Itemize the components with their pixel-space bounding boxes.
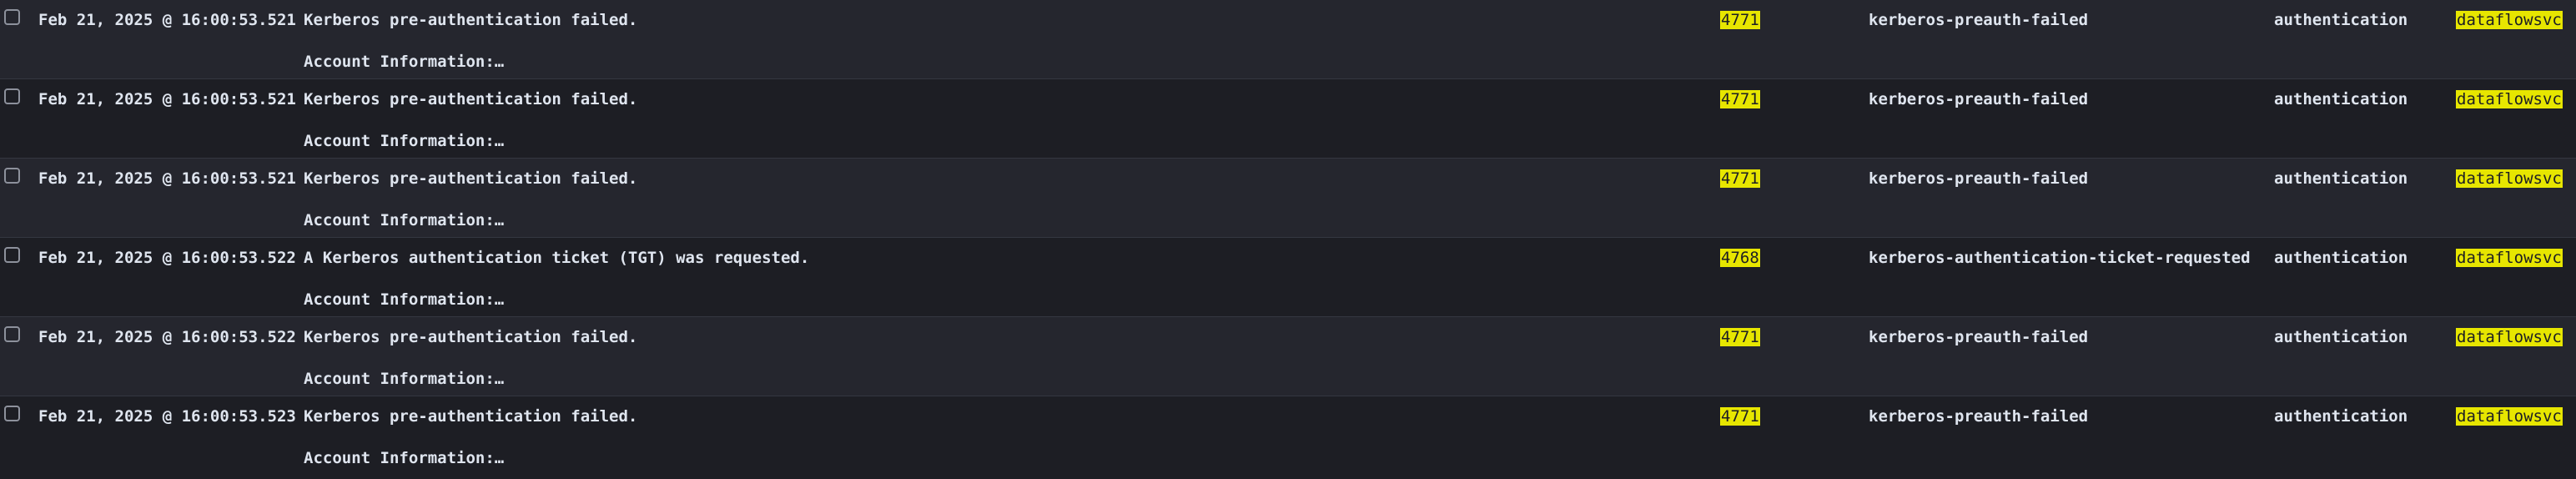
user-highlight: dataflowsvc <box>2456 169 2563 188</box>
table-row[interactable]: Feb 21, 2025 @ 16:00:53.521 Kerberos pre… <box>0 159 2576 238</box>
user-highlight: dataflowsvc <box>2456 328 2563 346</box>
message-detail-cell: Account Information:… <box>304 370 505 388</box>
user-cell: dataflowsvc <box>2456 10 2563 30</box>
events-table: Feb 21, 2025 @ 16:00:53.521 Kerberos pre… <box>0 0 2576 479</box>
message-cell: Kerberos pre-authentication failed. <box>304 328 638 346</box>
table-row[interactable]: Feb 21, 2025 @ 16:00:53.522 Kerberos pre… <box>0 317 2576 396</box>
message-detail-cell: Account Information:… <box>304 132 505 150</box>
row-select-checkbox[interactable] <box>4 88 20 104</box>
table-row[interactable]: Feb 21, 2025 @ 16:00:53.521 Kerberos pre… <box>0 79 2576 159</box>
row-select-checkbox[interactable] <box>4 406 20 421</box>
timestamp-cell: Feb 21, 2025 @ 16:00:53.522 <box>38 328 296 346</box>
event-code-highlight: 4771 <box>1720 90 1760 108</box>
user-cell: dataflowsvc <box>2456 89 2563 109</box>
user-cell: dataflowsvc <box>2456 169 2563 189</box>
message-cell: Kerberos pre-authentication failed. <box>304 90 638 108</box>
row-select-checkbox[interactable] <box>4 168 20 184</box>
event-category-cell: authentication <box>2274 169 2408 188</box>
event-category-cell: authentication <box>2274 407 2408 426</box>
event-code-highlight: 4771 <box>1720 11 1760 29</box>
event-action-cell: kerberos-authentication-ticket-requested <box>1869 249 2251 267</box>
row-select-checkbox[interactable] <box>4 9 20 25</box>
event-action-cell: kerberos-preauth-failed <box>1869 407 2089 426</box>
event-code-cell: 4771 <box>1720 169 1760 189</box>
table-row[interactable]: Feb 21, 2025 @ 16:00:53.523 Kerberos pre… <box>0 396 2576 479</box>
row-select-checkbox[interactable] <box>4 247 20 263</box>
event-code-cell: 4771 <box>1720 327 1760 347</box>
event-category-cell: authentication <box>2274 90 2408 108</box>
message-detail-cell: Account Information:… <box>304 53 505 71</box>
message-cell: Kerberos pre-authentication failed. <box>304 11 638 29</box>
event-action-cell: kerberos-preauth-failed <box>1869 90 2089 108</box>
message-cell: Kerberos pre-authentication failed. <box>304 407 638 426</box>
user-cell: dataflowsvc <box>2456 406 2563 426</box>
message-detail-cell: Account Information:… <box>304 449 505 467</box>
timestamp-cell: Feb 21, 2025 @ 16:00:53.523 <box>38 407 296 426</box>
user-highlight: dataflowsvc <box>2456 407 2563 426</box>
user-cell: dataflowsvc <box>2456 327 2563 347</box>
event-code-cell: 4771 <box>1720 10 1760 30</box>
event-category-cell: authentication <box>2274 328 2408 346</box>
table-row[interactable]: Feb 21, 2025 @ 16:00:53.521 Kerberos pre… <box>0 0 2576 79</box>
event-action-cell: kerberos-preauth-failed <box>1869 11 2089 29</box>
event-category-cell: authentication <box>2274 11 2408 29</box>
event-code-highlight: 4771 <box>1720 328 1760 346</box>
table-row[interactable]: Feb 21, 2025 @ 16:00:53.522 A Kerberos a… <box>0 238 2576 317</box>
message-detail-cell: Account Information:… <box>304 211 505 229</box>
user-highlight: dataflowsvc <box>2456 249 2563 267</box>
message-cell: Kerberos pre-authentication failed. <box>304 169 638 188</box>
timestamp-cell: Feb 21, 2025 @ 16:00:53.522 <box>38 249 296 267</box>
user-cell: dataflowsvc <box>2456 248 2563 268</box>
event-action-cell: kerberos-preauth-failed <box>1869 169 2089 188</box>
event-action-cell: kerberos-preauth-failed <box>1869 328 2089 346</box>
event-code-highlight: 4771 <box>1720 407 1760 426</box>
message-cell: A Kerberos authentication ticket (TGT) w… <box>304 249 810 267</box>
user-highlight: dataflowsvc <box>2456 90 2563 108</box>
row-select-checkbox[interactable] <box>4 326 20 342</box>
event-code-cell: 4768 <box>1720 248 1760 268</box>
user-highlight: dataflowsvc <box>2456 11 2563 29</box>
timestamp-cell: Feb 21, 2025 @ 16:00:53.521 <box>38 169 296 188</box>
event-code-cell: 4771 <box>1720 406 1760 426</box>
message-detail-cell: Account Information:… <box>304 290 505 309</box>
event-code-cell: 4771 <box>1720 89 1760 109</box>
event-code-highlight: 4771 <box>1720 169 1760 188</box>
event-code-highlight: 4768 <box>1720 249 1760 267</box>
event-category-cell: authentication <box>2274 249 2408 267</box>
timestamp-cell: Feb 21, 2025 @ 16:00:53.521 <box>38 11 296 29</box>
timestamp-cell: Feb 21, 2025 @ 16:00:53.521 <box>38 90 296 108</box>
